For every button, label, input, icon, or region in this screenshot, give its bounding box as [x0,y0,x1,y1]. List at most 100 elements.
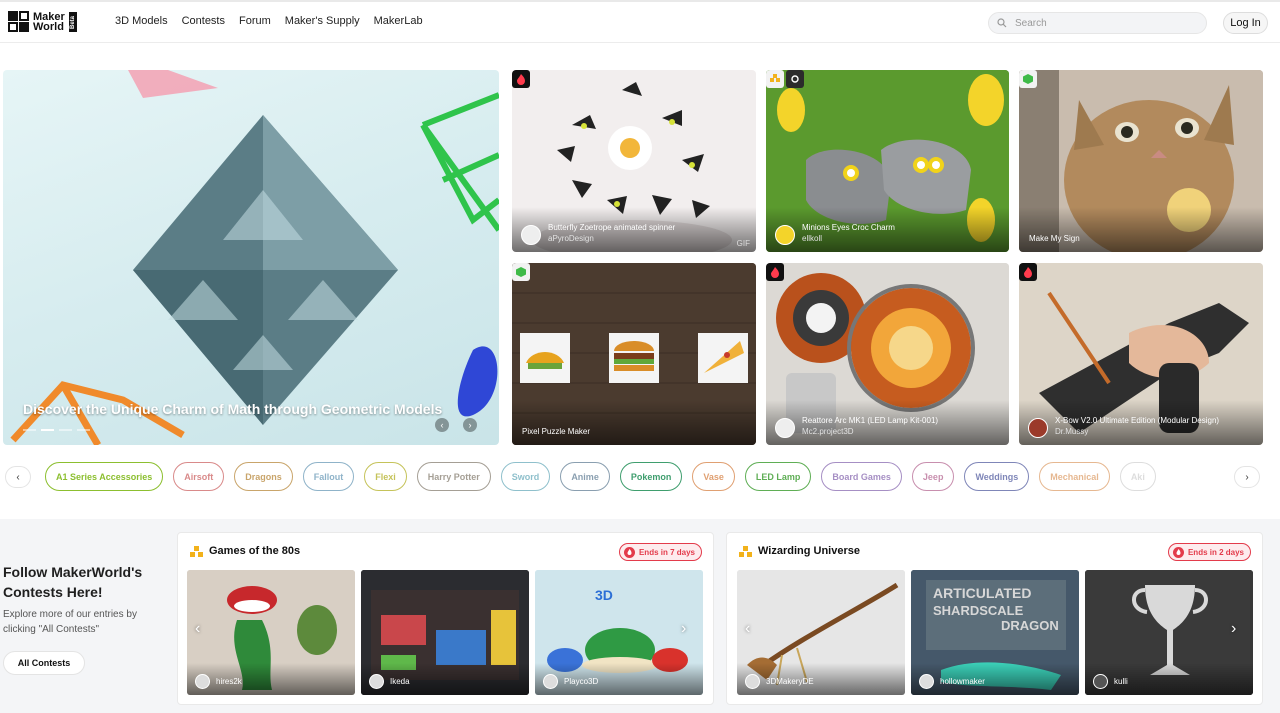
avatar[interactable] [1093,674,1108,689]
hero-dot-active[interactable] [41,429,54,431]
contest-name[interactable]: Wizarding Universe [758,545,860,557]
card-title: Make My Sign [1029,234,1080,243]
avatar[interactable] [745,674,760,689]
tag-chip[interactable]: Weddings [964,462,1030,491]
fire-icon [623,546,635,558]
tag-chip[interactable]: Anime [560,462,610,491]
entry-author[interactable]: Playco3D [564,677,598,686]
tag-chip[interactable]: Mechanical [1039,462,1110,491]
login-button[interactable]: Log In [1223,12,1268,34]
entry-author[interactable]: kulli [1114,677,1128,686]
hero-banner[interactable]: Discover the Unique Charm of Math throug… [3,70,499,445]
tag-chip[interactable]: Fallout [302,462,355,491]
card-title: Reattore Arc MK1 (LED Lamp Kit-001) [802,416,939,425]
tag-chip[interactable]: Flexi [364,462,407,491]
entry-shade [911,663,1079,695]
trending-fire-icon [766,263,784,281]
entries-prev-chevron-icon[interactable]: ‹ [745,620,750,638]
contest-card[interactable]: Games of the 80s Ends in 7 days ‹ hires2… [177,532,714,705]
model-card[interactable]: Pixel Puzzle Maker [512,263,756,445]
svg-text:SHARDSCALE: SHARDSCALE [933,603,1024,618]
avatar[interactable] [919,674,934,689]
tag-chip[interactable]: LED Lamp [744,462,812,491]
nav-makerlab[interactable]: MakerLab [374,15,423,27]
contests-description: Explore more of our entries by clicking … [3,609,137,635]
avatar[interactable] [195,674,210,689]
model-card[interactable]: Butterfly Zoetrope animated spinner aPyr… [512,70,756,252]
hero-title: Discover the Unique Charm of Math throug… [23,401,443,417]
tags-next-chevron-icon[interactable]: › [1234,466,1260,488]
svg-text:ARTICULATED: ARTICULATED [933,585,1032,601]
model-card[interactable]: Make My Sign [1019,70,1263,252]
model-card[interactable]: Reattore Arc MK1 (LED Lamp Kit-001) Mc2.… [766,263,1009,445]
all-contests-button[interactable]: All Contests [3,651,85,675]
tag-chip[interactable]: Vase [692,462,735,491]
makerworld-logo[interactable]: Maker World Beta [8,11,77,32]
tag-chip[interactable]: Aki [1119,462,1156,491]
logo-mark-icon [8,11,29,32]
card-author[interactable]: Mc2.project3D [802,427,854,436]
entry-author[interactable]: Ikeda [390,677,410,686]
card-title: X-Bow V2.0 Ultimate Edition (Modular Des… [1055,416,1220,425]
nav-3d-models[interactable]: 3D Models [115,15,168,27]
logo-text-line-2: World [33,20,64,33]
entry-shade [361,663,529,695]
contest-entry[interactable]: › kulli [1085,570,1253,695]
card-author[interactable]: aPyroDesign [548,234,594,243]
avatar[interactable] [775,418,795,438]
tag-chip[interactable]: Sword [500,462,551,491]
contest-entry[interactable]: ARTICULATED SHARDSCALE DRAGON hollowmaker [911,570,1079,695]
ends-text: Ends in 2 days [1187,547,1244,557]
contests-section: Follow MakerWorld's Contests Here! Explo… [0,519,1280,713]
hero-dot[interactable] [59,429,72,431]
search-bar[interactable] [988,12,1207,34]
tag-chip[interactable]: Harry Potter [416,462,491,491]
hero-pagination [23,429,90,431]
entry-shade [1085,663,1253,695]
tag-chip[interactable]: Airsoft [173,462,225,491]
settings-badge-icon [786,70,804,88]
tag-carousel: ‹ A1 Series Accessories Airsoft Dragons Fal… [0,460,1280,494]
entries-prev-chevron-icon[interactable]: ‹ [195,620,200,638]
search-input[interactable] [1015,17,1185,29]
tag-chip[interactable]: Pokemon [619,462,683,491]
tag-chip[interactable]: Jeep [911,462,955,491]
entry-shade [535,663,703,695]
model-card[interactable]: X-Bow V2.0 Ultimate Edition (Modular Des… [1019,263,1263,445]
hero-dot[interactable] [23,429,36,431]
contest-entry[interactable]: ‹ hires2k [187,570,355,695]
contest-card[interactable]: Wizarding Universe Ends in 2 days ‹ 3DMa… [726,532,1263,705]
avatar[interactable] [1028,418,1048,438]
top-divider [0,0,1280,2]
entry-author[interactable]: 3DMakeryDE [766,677,814,686]
nav-forum[interactable]: Forum [239,15,271,27]
hero-next-arrow-icon[interactable]: › [463,418,477,432]
tag-chip[interactable]: A1 Series Accessories [45,462,164,491]
logo-text-line-1: Maker [33,10,65,23]
tags-prev-chevron-icon[interactable]: ‹ [5,466,31,488]
tag-chip[interactable]: Dragons [234,462,293,491]
entry-author[interactable]: hollowmaker [940,677,985,686]
contest-entry[interactable]: Ikeda [361,570,529,695]
contest-name[interactable]: Games of the 80s [209,545,300,557]
entry-author[interactable]: hires2k [216,677,242,686]
avatar[interactable] [369,674,384,689]
entries-next-chevron-icon[interactable]: › [1231,620,1236,638]
card-author[interactable]: ellkoll [802,234,822,243]
nav-makers-supply[interactable]: Maker's Supply [285,15,360,27]
card-title: Butterfly Zoetrope animated spinner [548,223,676,232]
card-author[interactable]: Dr.Mussy [1055,427,1088,436]
cube-badge-icon [1019,70,1037,88]
entries-next-chevron-icon[interactable]: › [681,620,686,638]
model-card[interactable]: Minions Eyes Croc Charm ellkoll [766,70,1009,252]
contest-entry[interactable]: 3D › Playco3D [535,570,703,695]
avatar[interactable] [543,674,558,689]
contest-entry[interactable]: ‹ 3DMakeryDE [737,570,905,695]
avatar[interactable] [521,225,541,245]
tag-chip[interactable]: Board Games [821,462,902,491]
hero-prev-arrow-icon[interactable]: ‹ [435,418,449,432]
nav-contests[interactable]: Contests [182,15,225,27]
hero-dot[interactable] [77,429,90,431]
avatar[interactable] [775,225,795,245]
card-shade [512,400,756,445]
